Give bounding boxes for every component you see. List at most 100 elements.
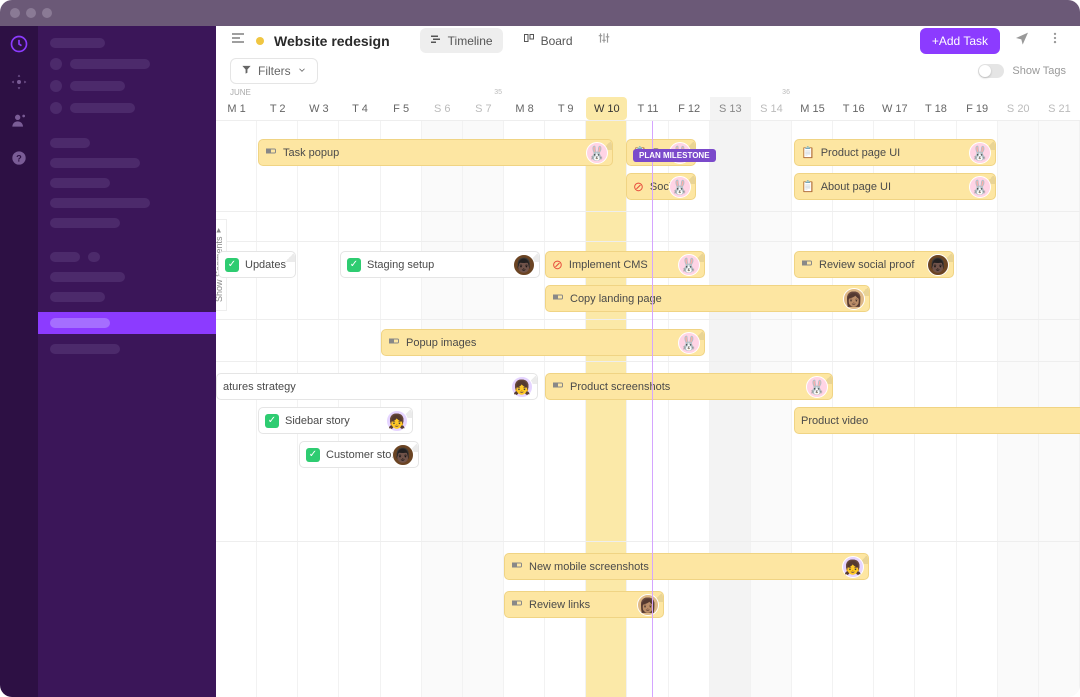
check-icon: ✓ — [306, 448, 320, 462]
day-cell[interactable]: T 9 — [545, 97, 586, 120]
titlebar — [0, 0, 1080, 26]
main-panel: Website redesign Timeline Board +Add Tas… — [216, 26, 1080, 697]
sidebar-item[interactable] — [50, 272, 204, 282]
day-cell[interactable]: T 4 — [339, 97, 380, 120]
day-cell[interactable]: S 1436 — [751, 97, 792, 120]
tab-board[interactable]: Board — [513, 28, 583, 53]
task-label: Product page UI — [821, 147, 901, 159]
task-about-page-ui[interactable]: 📋About page UI🐰 — [794, 173, 996, 200]
task-label: Popup images — [406, 337, 476, 349]
task-copy-landing-page[interactable]: Copy landing page👩🏽 — [545, 285, 870, 312]
task-product-page-ui[interactable]: 📋Product page UI🐰 — [794, 139, 996, 166]
sidebar-item-active[interactable] — [38, 312, 216, 334]
tab-timeline[interactable]: Timeline — [420, 28, 503, 53]
task-label: atures strategy — [223, 381, 296, 393]
task-implement-cms[interactable]: ⊘Implement CMS🐰 — [545, 251, 705, 278]
day-cell[interactable]: T 2 — [257, 97, 298, 120]
progress-icon — [265, 145, 277, 160]
toggle-switch[interactable] — [978, 64, 1004, 78]
avatar[interactable]: 🐰 — [669, 176, 691, 198]
task-staging-setup[interactable]: ✓Staging setup👨🏿 — [340, 251, 540, 278]
day-cell[interactable]: S 13 — [710, 97, 751, 120]
day-cell[interactable]: S 735 — [463, 97, 504, 120]
svg-text:?: ? — [16, 153, 22, 163]
timeline-area[interactable]: PLAN MILESTONE Show Segments ▸ Task popu… — [216, 121, 1080, 697]
task-task-popup[interactable]: Task popup🐰 — [258, 139, 613, 166]
sidebar-item[interactable] — [50, 252, 204, 262]
avatar[interactable]: 👨🏿 — [927, 254, 949, 276]
sidebar-item[interactable] — [50, 344, 204, 354]
adjust-icon[interactable] — [593, 27, 615, 54]
more-icon[interactable] — [1044, 27, 1066, 54]
avatar[interactable]: 👨🏿 — [513, 254, 535, 276]
task-product-screenshots[interactable]: Product screenshots 🐰 — [545, 373, 833, 400]
avatar[interactable]: 👧 — [511, 376, 533, 398]
day-cell[interactable]: F 19 — [957, 97, 998, 120]
day-cell[interactable]: M 1 — [216, 97, 257, 120]
task-product-video[interactable]: Product video — [794, 407, 1080, 434]
settings-icon[interactable] — [9, 72, 29, 92]
day-cell[interactable]: W 10 — [586, 97, 627, 120]
add-task-button[interactable]: +Add Task — [920, 28, 1000, 54]
day-cell[interactable]: T 16 — [833, 97, 874, 120]
show-tags-toggle[interactable]: Show Tags — [978, 64, 1066, 78]
avatar[interactable]: 🐰 — [969, 142, 991, 164]
task-sidebar-story[interactable]: ✓Sidebar story👧 — [258, 407, 413, 434]
day-cell[interactable]: W 3 — [298, 97, 339, 120]
day-cell[interactable]: M 8 — [504, 97, 545, 120]
sidebar-item[interactable] — [50, 198, 204, 208]
task-social[interactable]: ⊘Social🐰 — [626, 173, 696, 200]
task-popup-images[interactable]: Popup images 🐰 — [381, 329, 705, 356]
sidebar-placeholder — [50, 38, 105, 48]
team-icon[interactable] — [9, 110, 29, 130]
task-customer-stories[interactable]: ✓Customer storie👨🏿 — [299, 441, 419, 468]
day-cell[interactable]: F 12 — [669, 97, 710, 120]
task-features-strategy[interactable]: atures strategy 👧 — [216, 373, 538, 400]
day-cell[interactable]: S 6 — [422, 97, 463, 120]
avatar[interactable]: 👩🏽 — [637, 594, 659, 616]
avatar[interactable]: 🐰 — [969, 176, 991, 198]
day-cell[interactable]: M 15 — [792, 97, 833, 120]
sidebar-item[interactable] — [50, 80, 204, 92]
window-max-dot[interactable] — [42, 8, 52, 18]
avatar[interactable]: 🐰 — [806, 376, 828, 398]
task-updates[interactable]: ✓Updates — [218, 251, 296, 278]
avatar[interactable]: 👧 — [842, 556, 864, 578]
sidebar-item[interactable] — [50, 292, 204, 302]
task-label: Product screenshots — [570, 381, 670, 393]
day-cell[interactable]: W 17 — [874, 97, 915, 120]
filters-button[interactable]: Filters — [230, 58, 318, 84]
avatar[interactable]: 🐰 — [678, 332, 700, 354]
window-min-dot[interactable] — [26, 8, 36, 18]
avatar[interactable]: 👨🏿 — [392, 444, 414, 466]
milestone-badge[interactable]: PLAN MILESTONE — [633, 149, 716, 162]
window-close-dot[interactable] — [10, 8, 20, 18]
tab-board-label: Board — [541, 34, 573, 48]
help-icon[interactable]: ? — [9, 148, 29, 168]
day-cell[interactable]: T 11 — [627, 97, 668, 120]
menu-icon[interactable] — [230, 30, 246, 51]
block-icon: ⊘ — [633, 179, 644, 195]
avatar[interactable]: 🐰 — [678, 254, 700, 276]
sidebar-item[interactable] — [50, 58, 204, 70]
task-new-mobile-screenshots[interactable]: New mobile screenshots👧 — [504, 553, 869, 580]
task-review-links[interactable]: Review links👩🏽 — [504, 591, 664, 618]
day-cell[interactable]: S 21 — [1039, 97, 1080, 120]
logo-icon[interactable] — [9, 34, 29, 54]
avatar[interactable]: 👧 — [386, 410, 408, 432]
check-icon: ✓ — [225, 258, 239, 272]
day-cell[interactable]: S 20 — [998, 97, 1039, 120]
project-title: Website redesign — [274, 33, 390, 49]
task-review-social-proof[interactable]: Review social proof👨🏿 — [794, 251, 954, 278]
avatar[interactable]: 👩🏽 — [843, 288, 865, 310]
share-icon[interactable] — [1010, 26, 1034, 55]
avatar[interactable]: 🐰 — [586, 142, 608, 164]
project-color-dot — [256, 37, 264, 45]
sidebar-item[interactable] — [50, 158, 204, 168]
sidebar-item[interactable] — [50, 102, 204, 114]
sidebar-item[interactable] — [50, 218, 204, 228]
tab-timeline-label: Timeline — [448, 34, 493, 48]
day-cell[interactable]: T 18 — [915, 97, 956, 120]
sidebar-item[interactable] — [50, 178, 204, 188]
day-cell[interactable]: F 5 — [381, 97, 422, 120]
